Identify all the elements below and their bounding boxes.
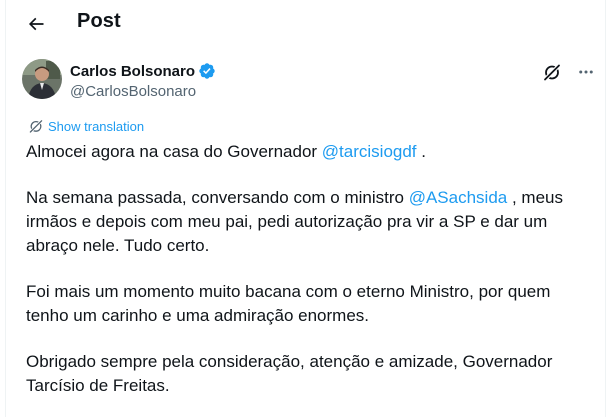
verified-badge-icon (198, 62, 216, 80)
post-paragraph: Na semana passada, conversando com o min… (26, 186, 596, 258)
mention-link[interactable]: @tarcisiogdf (322, 142, 417, 161)
post-text: Almocei agora na casa do Governador @tar… (26, 140, 596, 398)
mention-link[interactable]: @ASachsida (409, 188, 508, 207)
post-page: Post Carlos Bolsonaro @CarlosBolsonaro S… (5, 0, 606, 417)
show-translation-link[interactable]: Show translation (28, 118, 144, 134)
post-author: Carlos Bolsonaro @CarlosBolsonaro (22, 59, 597, 109)
author-name[interactable]: Carlos Bolsonaro (70, 63, 195, 80)
arrow-left-icon (28, 17, 44, 31)
post-paragraph: Foi mais um momento muito bacana com o e… (26, 282, 551, 325)
translate-icon (29, 119, 43, 133)
grok-icon (543, 64, 561, 81)
page-header: Post (6, 0, 607, 46)
paragraph-text: Na semana passada, conversando com o min… (26, 188, 409, 207)
back-button[interactable] (19, 7, 53, 41)
page-title: Post (77, 10, 121, 32)
avatar[interactable] (22, 59, 62, 99)
name-row: Carlos Bolsonaro (70, 62, 216, 80)
author-handle[interactable]: @CarlosBolsonaro (70, 83, 196, 100)
grok-button[interactable] (541, 61, 563, 83)
show-translation-label: Show translation (48, 118, 145, 134)
post-paragraph: Almocei agora na casa do Governador @tar… (26, 140, 596, 164)
paragraph-text: . (416, 142, 426, 161)
post-paragraph: Obrigado sempre pela consideração, atenç… (26, 352, 553, 395)
more-button[interactable] (575, 61, 597, 83)
paragraph-text: Almocei agora na casa do Governador (26, 142, 322, 161)
more-icon (579, 70, 593, 74)
